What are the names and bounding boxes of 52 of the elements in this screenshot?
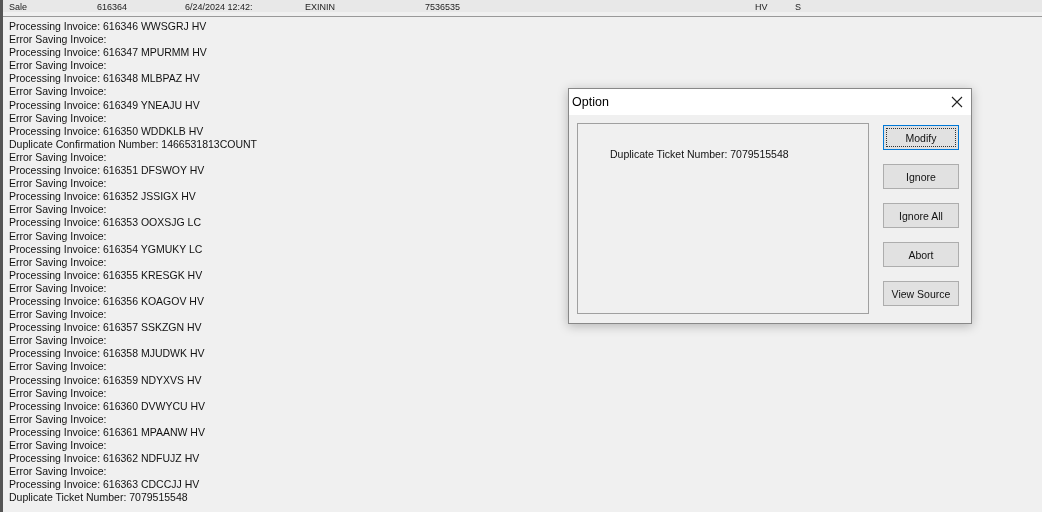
log-line: Error Saving Invoice: <box>9 412 107 426</box>
log-line: Processing Invoice: 616360 DVWYCU HV <box>9 399 206 413</box>
header-cell-text: EXININ <box>305 2 336 12</box>
log-line: Processing Invoice: 616362 NDFUJZ HV <box>9 452 200 466</box>
header-cell-text: HV <box>755 2 769 12</box>
dialog-button[interactable]: Modify <box>883 125 959 150</box>
log-line: Processing Invoice: 616354 YGMUKY LC <box>9 242 203 256</box>
header-cell-text: 7536535 <box>425 2 462 12</box>
log-line: Error Saving Invoice: <box>9 439 107 453</box>
close-icon[interactable] <box>951 96 963 108</box>
log-line: Processing Invoice: 616353 OOXSJG LC <box>9 216 201 230</box>
log-line: Processing Invoice: 616352 JSSIGX HV <box>9 190 196 204</box>
log-line: Error Saving Invoice: <box>9 360 107 374</box>
log-line: Processing Invoice: 616356 KOAGOV HV <box>9 294 204 309</box>
log-line: Error Saving Invoice: <box>9 281 107 295</box>
log-line: Error Saving Invoice: <box>9 255 107 269</box>
header-cell-text: S <box>795 2 802 12</box>
log-line: Processing Invoice: 616349 YNEAJU HV <box>9 98 200 112</box>
dialog-button[interactable]: View Source <box>883 281 959 306</box>
header-cell-text: Sale <box>8 2 28 12</box>
log-line: Processing Invoice: 616359 NDYXVS HV <box>9 373 202 387</box>
log-line: Processing Invoice: 616358 MJUDWK HV <box>9 347 205 361</box>
log-line: Processing Invoice: 616361 MPAANW HV <box>9 425 205 439</box>
log-line: Error Saving Invoice: <box>9 85 107 99</box>
log-line: Processing Invoice: 616347 MPURMM HV <box>9 46 207 60</box>
log-line: Error Saving Invoice: <box>9 33 107 47</box>
log-line: Error Saving Invoice: <box>9 334 107 348</box>
log-line: Error Saving Invoice: <box>9 150 107 165</box>
log-line: Error Saving Invoice: <box>9 465 107 479</box>
log-line: Processing Invoice: 616357 SSKZGN HV <box>9 321 202 335</box>
log-line: Error Saving Invoice: <box>9 229 107 243</box>
log-line: Error Saving Invoice: <box>9 308 107 322</box>
log-line: Processing Invoice: 616351 DFSWOY HV <box>9 164 205 178</box>
log-line: Processing Invoice: 616363 CDCCJJ HV <box>9 478 200 492</box>
dialog-title: Option <box>572 95 609 109</box>
header-cell-text: 616364 <box>97 2 129 12</box>
log-line: Processing Invoice: 616350 WDDKLB HV <box>9 124 204 138</box>
log-line: Processing Invoice: 616348 MLBPAZ HV <box>9 72 200 86</box>
log-line: Duplicate Ticket Number: 7079515548 <box>9 491 188 505</box>
dialog-button[interactable]: Ignore <box>883 164 959 189</box>
dialog-message: Duplicate Ticket Number: 7079515548 <box>610 148 789 160</box>
dialog-button[interactable]: Abort <box>883 242 959 267</box>
log-line: Error Saving Invoice: <box>9 59 107 73</box>
dialog-button[interactable]: Ignore All <box>883 203 959 228</box>
log-line: Duplicate Confirmation Number: 1466531813COUNT <box>9 137 258 151</box>
log-line: Error Saving Invoice: <box>9 386 107 400</box>
log-line: Error Saving Invoice: <box>9 177 107 191</box>
log-line: Error Saving Invoice: <box>9 111 107 125</box>
log-line: Processing Invoice: 616346 WWSGRJ HV <box>9 20 207 34</box>
header-cell-text: 6/24/2024 12:42: <box>185 2 254 12</box>
log-line: Processing Invoice: 616355 KRESGK HV <box>9 268 203 282</box>
log-line: Error Saving Invoice: <box>9 203 107 217</box>
